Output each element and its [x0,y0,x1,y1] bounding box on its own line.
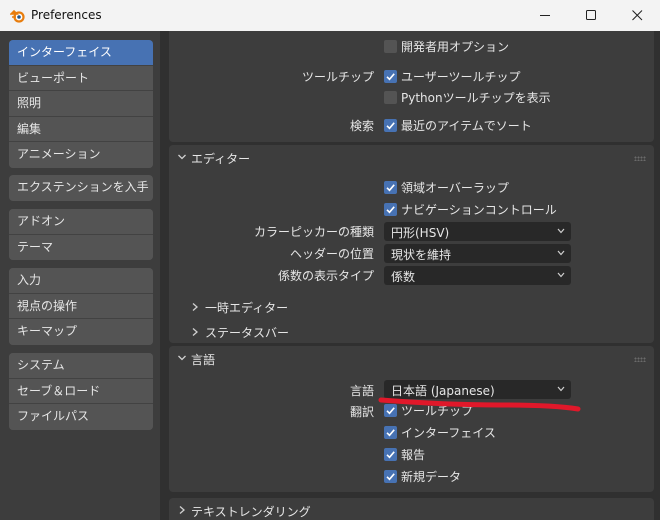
factor-display-label: 係数の表示タイプ [277,269,374,283]
python-tooltips-label: Pythonツールチップを表示 [401,91,551,105]
sidebar-group-system: システム セーブ＆ロード ファイルパス [9,353,153,430]
sort-recent-label: 最近のアイテムでソート [401,119,532,133]
color-picker-value: 円形(HSV) [391,226,450,240]
sidebar-item-navigation[interactable]: 視点の操作 [9,293,153,319]
region-overlap-label: 領域オーバーラップ [401,181,509,195]
text-rendering-panel: テキストレンダリング [169,498,654,520]
chevron-down-icon [557,250,565,256]
maximize-icon [585,10,596,20]
close-icon [631,10,642,21]
sidebar-item-animation[interactable]: アニメーション [9,142,153,168]
sidebar-item-editing[interactable]: 編集 [9,116,153,142]
sidebar: インターフェイス ビューポート 照明 編集 アニメーション エクステンションを入… [0,31,160,520]
check-icon [386,206,395,214]
sidebar-group-ui: インターフェイス ビューポート 照明 編集 アニメーション [9,40,153,168]
sidebar-group-addons: アドオン テーマ [9,209,153,260]
chevron-down-icon [178,355,186,361]
region-overlap-checkbox[interactable] [384,181,397,194]
check-icon [386,451,395,459]
sidebar-group-extensions: エクステンションを入手 [9,175,153,201]
sidebar-item-themes[interactable]: テーマ [9,234,153,260]
check-icon [386,429,395,437]
check-icon [386,407,395,415]
factor-display-dropdown[interactable]: 係数 [384,266,571,285]
text-rendering-panel-title: テキストレンダリング [191,505,311,519]
header-position-dropdown[interactable]: 現状を維持 [384,244,571,263]
language-value: 日本語 (Japanese) [391,384,495,398]
python-tooltips-checkbox[interactable] [384,91,397,104]
preferences-main-area[interactable]: 開発者用オプション ツールチップ ユーザーツールチップ Pythonツールチップ… [160,31,660,520]
chevron-right-icon [179,506,185,514]
search-row-label: 検索 [349,119,374,133]
language-panel-title: 言語 [191,353,216,367]
header-position-value: 現状を維持 [391,248,452,262]
translate-new-data-checkbox[interactable] [384,470,397,483]
drag-grip-icon[interactable] [634,156,646,161]
chevron-right-icon [192,328,198,336]
user-tooltips-checkbox[interactable] [384,70,397,83]
sidebar-group-input: 入力 視点の操作 キーマップ [9,268,153,345]
color-picker-label: カラーピッカーの種類 [253,225,374,239]
sidebar-item-viewport[interactable]: ビューポート [9,65,153,91]
user-tooltips-label: ユーザーツールチップ [401,70,521,84]
chevron-down-icon [557,228,565,234]
language-dropdown[interactable]: 日本語 (Japanese) [384,380,571,399]
editor-panel-title: エディター [191,152,251,166]
temp-editors-title: 一時エディター [205,301,289,315]
sidebar-item-get-extensions[interactable]: エクステンションを入手 [9,175,153,201]
check-icon [386,122,395,130]
dev-options-checkbox[interactable] [384,40,397,53]
translate-reports-label: 報告 [401,448,426,462]
factor-display-value: 係数 [391,270,416,284]
translate-tooltips-label: ツールチップ [401,404,474,418]
sidebar-item-file-paths[interactable]: ファイルパス [9,404,153,430]
translate-interface-checkbox[interactable] [384,426,397,439]
translate-row-label: 翻訳 [349,405,374,419]
sidebar-item-input[interactable]: 入力 [9,268,153,294]
nav-controls-label: ナビゲーションコントロール [401,203,557,217]
language-panel: 言語 言語 日本語 (Japanese) 翻訳 ツールチップ インターフェイス … [169,346,654,492]
chevron-down-icon [557,386,565,392]
check-icon [386,184,395,192]
translate-new-data-label: 新規データ [401,470,462,484]
chevron-right-icon [192,303,198,311]
editor-panel-header[interactable]: エディター [169,145,654,171]
language-row-label: 言語 [349,384,374,398]
translate-interface-label: インターフェイス [401,426,496,440]
sidebar-item-save-load[interactable]: セーブ＆ロード [9,378,153,404]
sidebar-item-lighting[interactable]: 照明 [9,91,153,117]
translate-reports-checkbox[interactable] [384,448,397,461]
sort-recent-checkbox[interactable] [384,119,397,132]
nav-controls-checkbox[interactable] [384,203,397,216]
chevron-down-icon [557,272,565,278]
minimize-icon [539,15,550,16]
minimize-button[interactable] [522,0,568,31]
header-position-label: ヘッダーの位置 [289,247,374,261]
blender-logo-icon [10,9,25,23]
maximize-button[interactable] [568,0,614,31]
display-panel: 開発者用オプション ツールチップ ユーザーツールチップ Pythonツールチップ… [169,31,654,142]
window-title: Preferences [31,8,102,22]
tooltips-row-label: ツールチップ [301,70,374,84]
close-button[interactable] [614,0,660,31]
status-bar-title: ステータスバー [205,326,290,340]
check-icon [386,73,395,81]
translate-tooltips-checkbox[interactable] [384,404,397,417]
chevron-down-icon [178,154,186,160]
sidebar-item-keymap[interactable]: キーマップ [9,319,153,345]
sidebar-item-addons[interactable]: アドオン [9,209,153,235]
sidebar-item-interface[interactable]: インターフェイス [9,40,153,66]
language-panel-header[interactable]: 言語 [169,346,654,372]
check-icon [386,473,395,481]
editor-panel: エディター 領域オーバーラップ ナビゲーションコントロール カラーピッカーの種類… [169,145,654,343]
sidebar-item-system[interactable]: システム [9,353,153,379]
title-bar: Preferences [0,0,660,31]
dev-options-label: 開発者用オプション [401,40,510,54]
color-picker-dropdown[interactable]: 円形(HSV) [384,222,571,241]
text-rendering-panel-header[interactable]: テキストレンダリング [169,498,654,520]
drag-grip-icon[interactable] [634,357,646,362]
